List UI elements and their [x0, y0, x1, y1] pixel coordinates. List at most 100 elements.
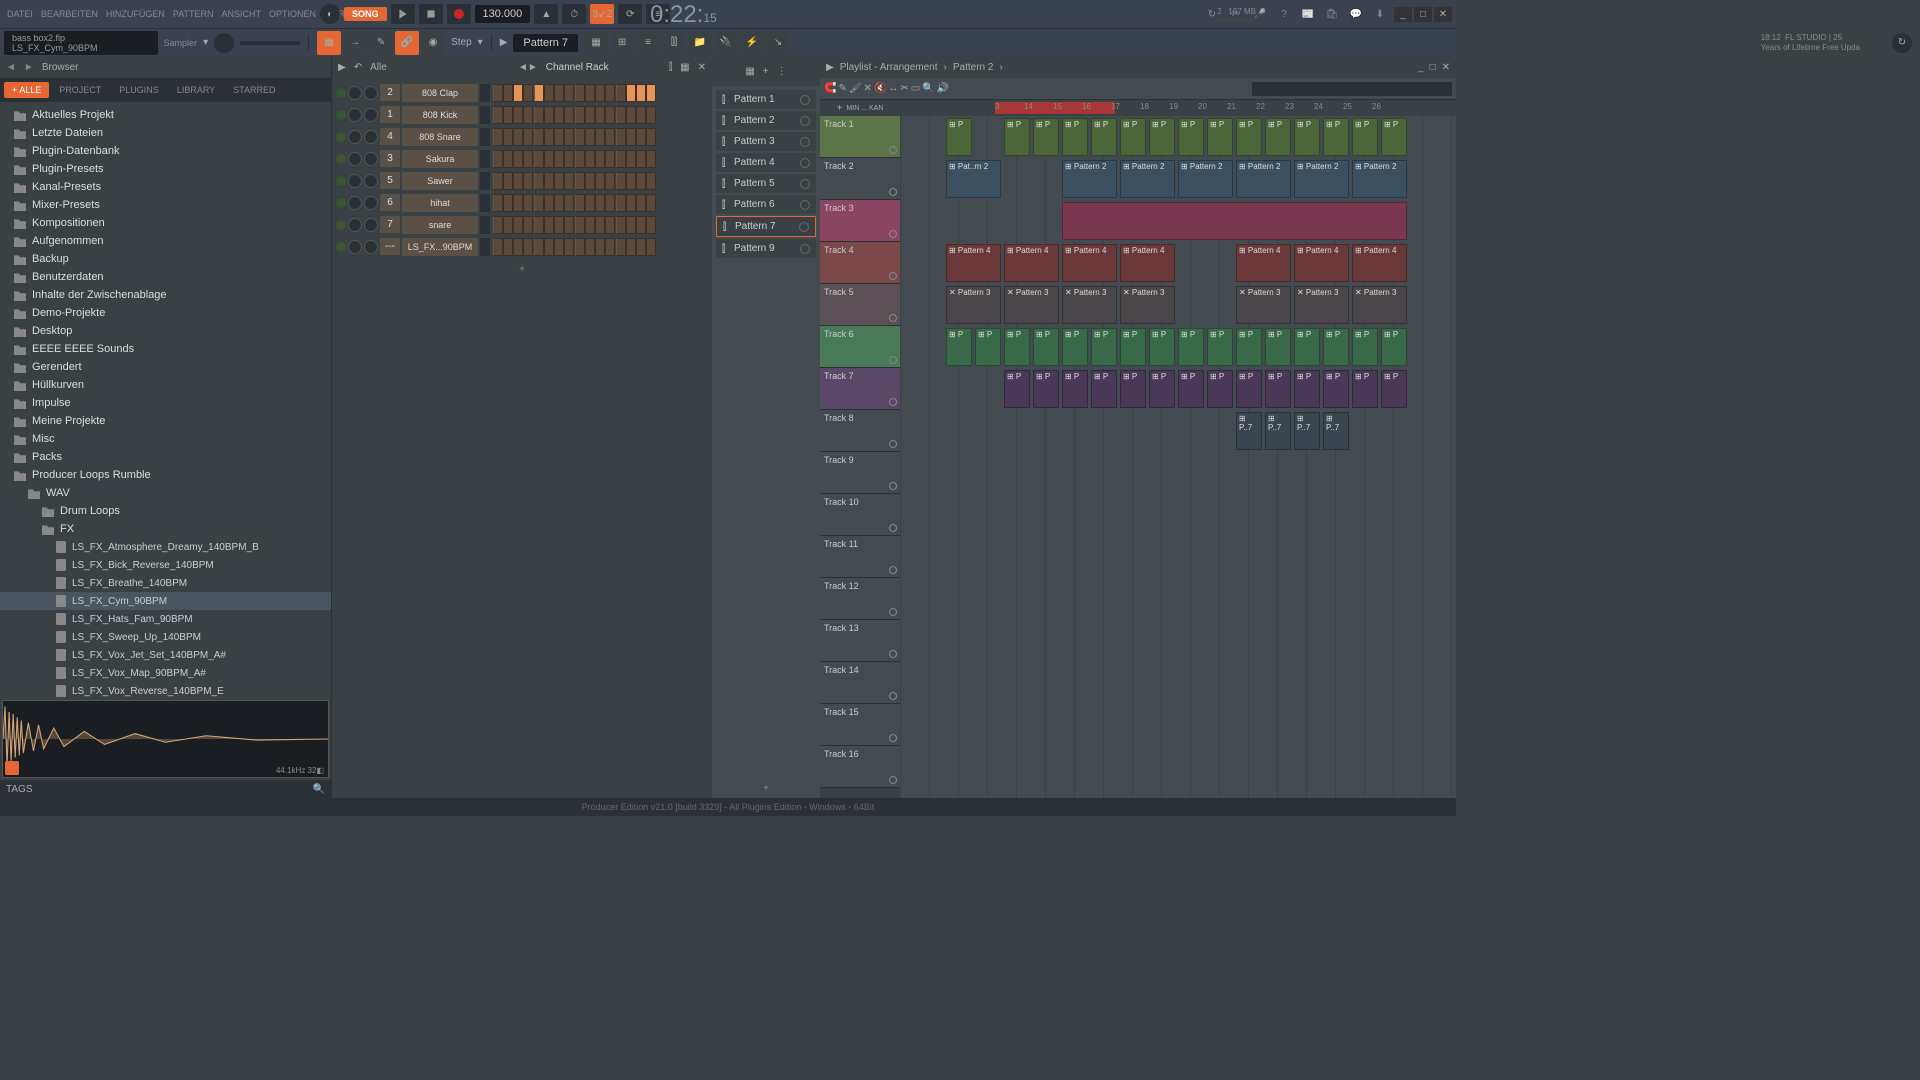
- tree-item[interactable]: LS_FX_Hats_Fam_90BPM: [0, 610, 331, 628]
- save-icon[interactable]: ✂: [1226, 4, 1246, 24]
- step-button[interactable]: [585, 150, 595, 168]
- play-small-icon[interactable]: ▶: [500, 37, 508, 48]
- step-button[interactable]: [605, 128, 615, 146]
- track-header[interactable]: Track 8: [820, 410, 900, 452]
- playlist-breadcrumb[interactable]: Pattern 2: [953, 62, 994, 73]
- pattern-item[interactable]: ⫿Pattern 4: [716, 153, 816, 172]
- track-header[interactable]: Track 12: [820, 578, 900, 620]
- step-button[interactable]: [575, 194, 585, 212]
- playlist-clip[interactable]: ⊞ Pattern 4: [946, 244, 1001, 282]
- step-button[interactable]: [523, 150, 533, 168]
- track-header[interactable]: Track 7: [820, 368, 900, 410]
- step-button[interactable]: [503, 172, 513, 190]
- channel-preview[interactable]: [480, 128, 490, 146]
- step-button[interactable]: [595, 128, 605, 146]
- playlist-clip[interactable]: ⊞ P: [1381, 370, 1407, 408]
- track-radio[interactable]: [889, 734, 897, 742]
- pl-close-icon[interactable]: ✕: [1442, 62, 1450, 73]
- channel-preview[interactable]: [480, 172, 490, 190]
- step-button[interactable]: [646, 216, 656, 234]
- playlist-clip[interactable]: ✕ Pattern 3: [946, 286, 1001, 324]
- step-button[interactable]: [595, 194, 605, 212]
- playlist-clip[interactable]: ✕ Pattern 3: [1294, 286, 1349, 324]
- song-mode-button[interactable]: SONG: [344, 7, 387, 21]
- step-button[interactable]: [646, 106, 656, 124]
- step-button[interactable]: [575, 238, 585, 256]
- step-button[interactable]: [523, 84, 533, 102]
- mic-icon[interactable]: 🎤: [1250, 4, 1270, 24]
- playlist-clip[interactable]: ⊞ P: [1236, 328, 1262, 366]
- playlist-clip[interactable]: ⊞ P: [1265, 370, 1291, 408]
- step-button[interactable]: [636, 84, 646, 102]
- refresh-icon[interactable]: ↻: [1892, 33, 1912, 53]
- step-button[interactable]: [523, 194, 533, 212]
- channel-pan-knob[interactable]: [348, 196, 362, 210]
- undo-icon[interactable]: ↻: [1202, 4, 1222, 24]
- track-radio[interactable]: [889, 356, 897, 364]
- channel-preview[interactable]: [480, 106, 490, 124]
- step-button[interactable]: [636, 106, 646, 124]
- tree-item[interactable]: WAV: [0, 484, 331, 502]
- step-button[interactable]: [534, 84, 544, 102]
- channel-vol-knob[interactable]: [364, 218, 378, 232]
- ch-filter[interactable]: Alle: [370, 62, 387, 73]
- step-button[interactable]: [626, 84, 636, 102]
- playlist-clip[interactable]: ✕ Pattern 3: [1062, 286, 1117, 324]
- step-button[interactable]: [503, 106, 513, 124]
- pattern-radio[interactable]: [800, 200, 810, 210]
- channel-pan-knob[interactable]: [348, 108, 362, 122]
- channel-vol-knob[interactable]: [364, 130, 378, 144]
- channel-name-button[interactable]: hihat: [402, 194, 478, 212]
- step-button[interactable]: [503, 238, 513, 256]
- master-pitch-slider[interactable]: [240, 41, 300, 45]
- step-button[interactable]: [575, 216, 585, 234]
- dropdown-icon[interactable]: ▾: [203, 37, 208, 48]
- step-button[interactable]: [605, 238, 615, 256]
- playlist-clip[interactable]: ⊞ Pattern 4: [1294, 244, 1349, 282]
- playlist-clip[interactable]: ⊞ Pattern 2: [1062, 160, 1117, 198]
- channel-preview[interactable]: [480, 84, 490, 102]
- pattern-item[interactable]: ⫿Pattern 7: [716, 216, 816, 237]
- tree-item[interactable]: LS_FX_Atmosphere_Dreamy_140BPM_B: [0, 538, 331, 556]
- step-button[interactable]: [534, 128, 544, 146]
- channel-number[interactable]: ---: [380, 238, 400, 255]
- step-button[interactable]: [493, 238, 503, 256]
- channel-pan-knob[interactable]: [348, 218, 362, 232]
- browser-fwd-icon[interactable]: ►: [24, 62, 34, 73]
- tree-item[interactable]: Letzte Dateien: [0, 124, 331, 142]
- stamp-button[interactable]: ◉: [421, 31, 445, 55]
- step-button[interactable]: [513, 194, 523, 212]
- step-button[interactable]: [616, 216, 626, 234]
- step-button[interactable]: [575, 150, 585, 168]
- browser-tab-alle[interactable]: + ALLE: [4, 82, 49, 98]
- pl-play-icon[interactable]: ▶: [826, 62, 834, 73]
- step-button[interactable]: [605, 150, 615, 168]
- step-button[interactable]: [616, 172, 626, 190]
- tree-item[interactable]: Impulse: [0, 394, 331, 412]
- playlist-clip[interactable]: ⊞ P..7: [1265, 412, 1291, 450]
- tree-item[interactable]: LS_FX_Cym_90BPM: [0, 592, 331, 610]
- playlist-clip[interactable]: ⊞ P: [1323, 328, 1349, 366]
- track-radio[interactable]: [889, 650, 897, 658]
- channel-led[interactable]: [336, 176, 346, 186]
- playlist-clip[interactable]: ⊞ P: [1265, 118, 1291, 156]
- step-button[interactable]: [534, 172, 544, 190]
- wait-button[interactable]: 3↙2: [590, 4, 614, 24]
- step-button[interactable]: [626, 128, 636, 146]
- link-button[interactable]: 🔗: [395, 31, 419, 55]
- tree-item[interactable]: Mixer-Presets: [0, 196, 331, 214]
- step-button[interactable]: [646, 238, 656, 256]
- track-header[interactable]: Track 14: [820, 662, 900, 704]
- channel-name-button[interactable]: 808 Kick: [402, 106, 478, 124]
- step-button[interactable]: [616, 106, 626, 124]
- track-header[interactable]: Track 6: [820, 326, 900, 368]
- playlist-clip[interactable]: ⊞ P: [975, 328, 1001, 366]
- track-radio[interactable]: [889, 440, 897, 448]
- playlist-clip[interactable]: ⊞ P: [1120, 370, 1146, 408]
- channel-led[interactable]: [336, 198, 346, 208]
- playlist-clip[interactable]: ⊞ P: [946, 328, 972, 366]
- channel-name-button[interactable]: 808 Clap: [402, 84, 478, 102]
- track-header[interactable]: Track 11: [820, 536, 900, 578]
- playlist-clip[interactable]: ⊞ P: [1294, 328, 1320, 366]
- pl-delete-icon[interactable]: ✕: [864, 83, 872, 94]
